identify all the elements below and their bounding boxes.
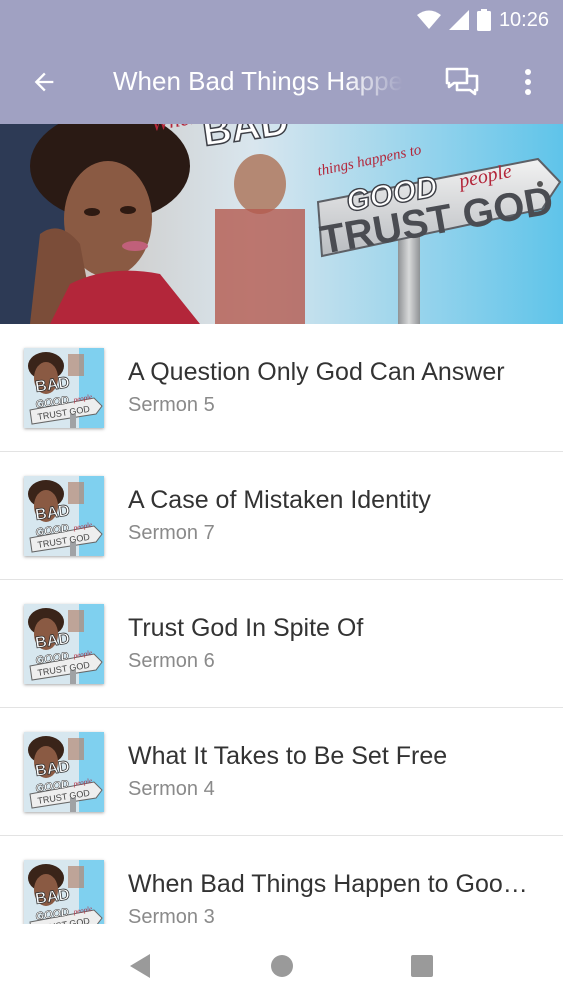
more-vert-icon <box>525 69 531 95</box>
battery-icon <box>476 9 491 31</box>
thumbnail-artwork: BAD GOOD people TRUST GOD <box>24 348 104 428</box>
sermon-subtitle: Sermon 6 <box>128 650 215 672</box>
nav-home-button[interactable] <box>262 946 302 986</box>
sermon-title: Trust God In Spite Of <box>128 614 364 642</box>
home-circle-icon <box>271 955 293 977</box>
banner-artwork: When BAD things happens to GOOD people T… <box>0 124 563 324</box>
sermon-subtitle: Sermon 5 <box>128 394 215 416</box>
cellular-signal-icon <box>448 10 469 30</box>
sermon-list-item[interactable]: BAD GOOD people TRUST GOD When Bad Thing… <box>0 836 563 924</box>
back-button[interactable] <box>22 62 66 102</box>
sermon-list-item[interactable]: BAD GOOD people TRUST GOD Trust God In S… <box>0 580 563 708</box>
sermon-list-item[interactable]: BAD GOOD people TRUST GOD What It Takes … <box>0 708 563 836</box>
sermon-title: What It Takes to Be Set Free <box>128 742 448 770</box>
thumbnail-artwork: BAD GOOD people TRUST GOD <box>24 604 104 684</box>
sermon-list-item[interactable]: BAD GOOD people TRUST GOD A Case of Mist… <box>0 452 563 580</box>
series-banner-image: When BAD things happens to GOOD people T… <box>0 124 563 324</box>
sermon-thumbnail: BAD GOOD people TRUST GOD <box>24 348 104 428</box>
sermon-thumbnail: BAD GOOD people TRUST GOD <box>24 604 104 684</box>
toolbar-title: When Bad Things Happen to Good People <box>113 66 403 96</box>
app-toolbar: When Bad Things Happen to Good People <box>0 40 563 124</box>
status-bar: 10:26 <box>0 0 563 40</box>
discussion-button[interactable] <box>440 62 484 102</box>
thumbnail-artwork: BAD GOOD people TRUST GOD <box>24 732 104 812</box>
back-arrow-icon <box>34 72 54 92</box>
thumbnail-artwork: BAD GOOD people TRUST GOD <box>24 476 104 556</box>
recents-square-icon <box>411 955 433 977</box>
sermon-title: A Question Only God Can Answer <box>128 358 505 386</box>
sermon-list: BAD GOOD people TRUST GOD A Question Onl… <box>0 324 563 924</box>
wifi-icon <box>416 10 441 29</box>
more-options-button[interactable] <box>508 62 548 102</box>
sermon-thumbnail: BAD GOOD people TRUST GOD <box>24 476 104 556</box>
nav-recents-button[interactable] <box>402 946 442 986</box>
sermon-subtitle: Sermon 3 <box>128 906 215 924</box>
sermon-title: A Case of Mistaken Identity <box>128 486 431 514</box>
thumbnail-artwork: BAD GOOD people TRUST GOD <box>24 860 104 924</box>
sermon-subtitle: Sermon 7 <box>128 522 215 544</box>
sermon-title: When Bad Things Happen to Good People <box>128 870 538 898</box>
sermon-thumbnail: BAD GOOD people TRUST GOD <box>24 860 104 924</box>
status-icons: 10:26 <box>416 8 549 32</box>
sermon-thumbnail: BAD GOOD people TRUST GOD <box>24 732 104 812</box>
sermon-list-item[interactable]: BAD GOOD people TRUST GOD A Question Onl… <box>0 324 563 452</box>
system-navigation-bar <box>0 924 563 1000</box>
status-time: 10:26 <box>498 8 549 31</box>
nav-back-button[interactable] <box>120 946 160 986</box>
sermon-subtitle: Sermon 4 <box>128 778 215 800</box>
back-triangle-icon <box>130 954 150 978</box>
chat-icon <box>445 67 479 96</box>
